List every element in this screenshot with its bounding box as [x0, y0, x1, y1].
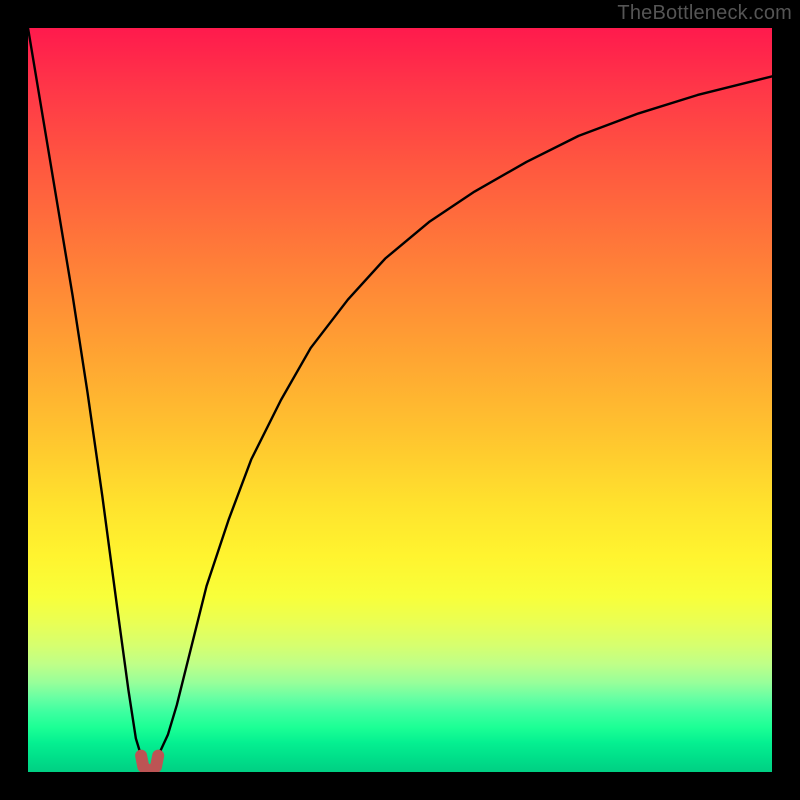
- left-branch-curve: [28, 28, 141, 756]
- curves-svg: [28, 28, 772, 772]
- watermark-text: TheBottleneck.com: [617, 2, 792, 25]
- right-branch-curve: [158, 76, 772, 755]
- chart-frame: TheBottleneck.com: [0, 0, 800, 800]
- plot-area: [28, 28, 772, 772]
- valley-marker: [141, 756, 158, 772]
